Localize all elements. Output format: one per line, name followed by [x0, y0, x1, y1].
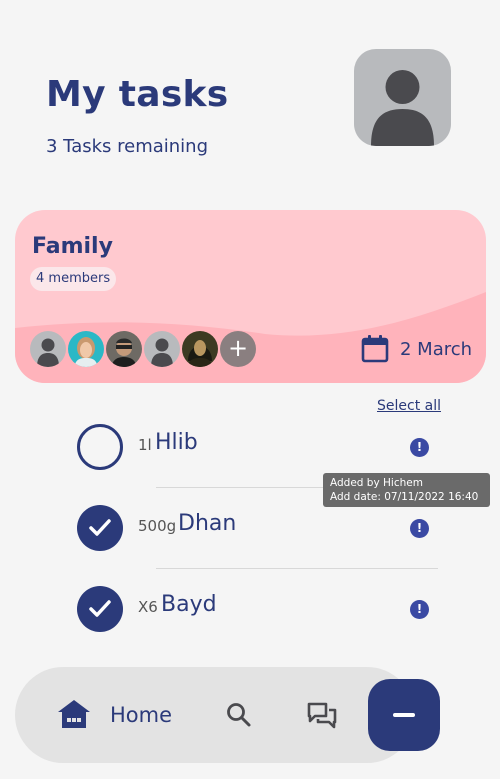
task-quantity: X6 [138, 598, 158, 616]
task-info-tooltip: Added by Hichem Add date: 07/11/2022 16:… [323, 473, 490, 507]
chat-icon[interactable] [306, 701, 338, 731]
task-name: Hlib [155, 430, 198, 455]
tasks-remaining: 3 Tasks remaining [46, 136, 209, 157]
search-icon[interactable] [225, 701, 253, 729]
task-checkbox[interactable] [77, 586, 123, 632]
nav-home-label: Home [110, 703, 173, 727]
task-item: X6 Bayd ! [77, 586, 457, 632]
task-checkbox[interactable] [77, 424, 123, 470]
group-title: Family [32, 234, 113, 259]
page-title: My tasks [46, 74, 229, 115]
task-name: Dhan [178, 511, 237, 536]
member-avatar[interactable] [30, 331, 66, 367]
minus-button[interactable] [368, 679, 440, 751]
minus-icon [393, 713, 415, 717]
member-avatar[interactable] [182, 331, 218, 367]
task-quantity: 500g [138, 517, 177, 535]
calendar-icon [361, 335, 389, 363]
task-item: 500g Dhan ! [77, 505, 457, 551]
divider [156, 568, 438, 569]
tooltip-added-by: Added by Hichem [330, 477, 423, 489]
family-group-card[interactable]: Family 4 members + 2 March [15, 210, 486, 383]
info-icon[interactable]: ! [410, 438, 429, 457]
date-label: 2 March [400, 339, 473, 360]
info-icon[interactable]: ! [410, 519, 429, 538]
task-checkbox[interactable] [77, 505, 123, 551]
add-member-button[interactable]: + [220, 331, 256, 367]
select-all-link[interactable]: Select all [377, 398, 441, 414]
task-name: Bayd [161, 592, 217, 617]
task-quantity: 1l [138, 436, 152, 454]
task-item: 1l Hlib ! [77, 424, 457, 470]
members-badge: 4 members [30, 267, 117, 291]
info-icon[interactable]: ! [410, 600, 429, 619]
person-icon [371, 70, 434, 146]
bottom-nav: Home [15, 667, 415, 763]
member-avatar[interactable] [144, 331, 180, 367]
home-icon [58, 700, 90, 728]
profile-avatar-button[interactable] [354, 49, 451, 146]
check-icon [89, 519, 111, 536]
check-icon [89, 600, 111, 617]
member-avatar[interactable] [68, 331, 104, 367]
member-avatar[interactable] [106, 331, 142, 367]
tooltip-add-date: Add date: 07/11/2022 16:40 [330, 491, 479, 503]
